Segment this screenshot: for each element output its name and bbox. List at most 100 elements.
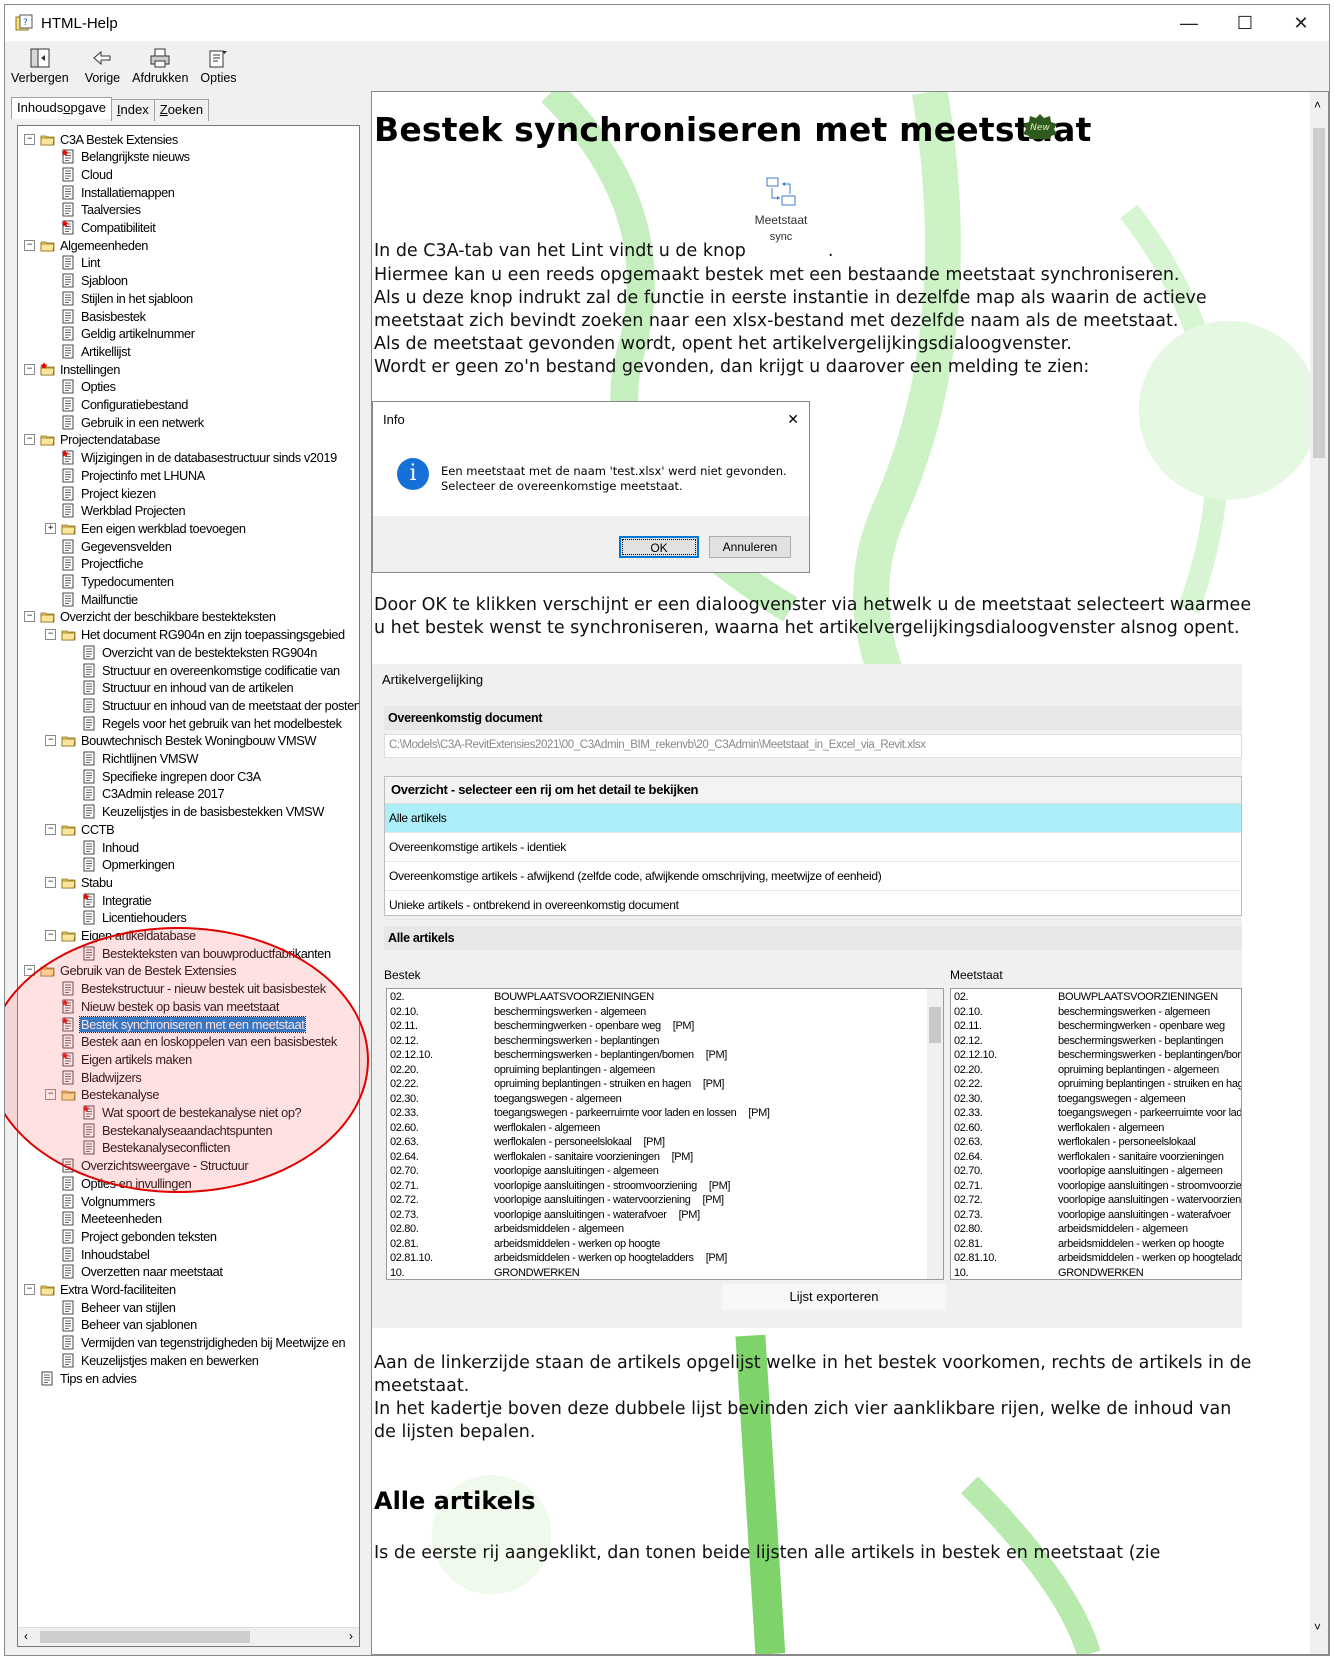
tree-page-item[interactable]: Sjabloon [45, 272, 129, 290]
tree-page-item[interactable]: Gegevensvelden [45, 537, 172, 555]
collapse-icon[interactable]: − [24, 239, 35, 251]
tree-folder-item[interactable]: − Bouwtechnisch Bestek Woningbouw VMSW [45, 732, 317, 750]
tree-page-item[interactable]: Bestekteksten van bouwproductfabrikanten [66, 944, 332, 962]
tree-page-item[interactable]: Wijzigingen in de databasestructuur sind… [45, 449, 338, 467]
tree-page-item[interactable]: Vermijden van tegenstrijdigheden bij Mee… [45, 1334, 346, 1352]
tree-page-item[interactable]: Regels voor het gebruik van het modelbes… [66, 714, 343, 732]
content-vertical-scrollbar[interactable]: ˄ ˅ [1310, 92, 1328, 1654]
collapse-icon[interactable]: − [24, 363, 35, 375]
tree-folder-item[interactable]: − Bestekanalyse [45, 1086, 160, 1104]
tree-page-item[interactable]: Meeteenheden [45, 1210, 163, 1228]
tree-page-item[interactable]: Wat spoort de bestekanalyse niet op? [66, 1104, 302, 1122]
tree-page-item[interactable]: Structuur en inhoud van de artikelen [66, 679, 294, 697]
tree-page-item[interactable]: Cloud [45, 165, 113, 183]
tree-folder-item[interactable]: − Overzicht der beschikbare bestekteksten [24, 608, 277, 626]
collapse-icon[interactable]: − [24, 965, 35, 977]
tree-page-item[interactable]: Gebruik in een netwerk [45, 413, 205, 431]
tree-page-item[interactable]: Project gebonden teksten [45, 1227, 218, 1245]
collapse-icon[interactable]: − [45, 629, 56, 641]
tree-page-item[interactable]: Eigen artikels maken [45, 1050, 193, 1068]
tree-folder-item[interactable]: − Stabu [45, 873, 113, 891]
tree-page-item[interactable]: Bestekanalyseaandachtspunten [66, 1121, 273, 1139]
tree-folder-item[interactable]: − Projectendatabase [24, 431, 161, 449]
options-button[interactable]: Opties [196, 41, 240, 89]
collapse-icon[interactable]: − [45, 823, 56, 835]
scroll-down-icon[interactable]: ˅ [1314, 1620, 1321, 1634]
tree-page-item[interactable]: Structuur en overeenkomstige codificatie… [66, 661, 341, 679]
tree-page-item[interactable]: Beheer van sjablonen [45, 1316, 198, 1334]
tree-folder-item[interactable]: − Het document RG904n en zijn toepassings… [45, 626, 346, 644]
tree-folder-item[interactable]: − Extra Word-faciliteiten [24, 1281, 177, 1299]
tree-page-item[interactable]: Nieuw bestek op basis van meetstaat [45, 997, 280, 1015]
tree-page-item[interactable]: Lint [45, 254, 101, 272]
content-scroll-thumb[interactable] [1313, 128, 1325, 458]
minimize-button[interactable]: — [1161, 5, 1217, 41]
tree-page-item[interactable]: Beheer van stijlen [45, 1298, 177, 1316]
tree-page-item[interactable]: Stijlen in het sjabloon [45, 289, 194, 307]
tree-scroll-thumb[interactable] [40, 1631, 250, 1643]
tree-page-item[interactable]: Compatibiliteit [45, 219, 156, 237]
collapse-icon[interactable]: − [24, 434, 35, 446]
tree-page-item[interactable]: Artikellijst [45, 342, 131, 360]
tab-search[interactable]: Zoeken [153, 99, 210, 121]
tree-page-item[interactable]: Specifieke ingrepen door C3A [66, 767, 262, 785]
collapse-icon[interactable]: − [45, 876, 56, 888]
scroll-up-icon[interactable]: ˄ [1314, 98, 1321, 112]
tree-page-item[interactable]: Bestek aan en loskoppelen van een basisb… [45, 1033, 338, 1051]
tree-folder-item[interactable]: + Een eigen werkblad toevoegen [45, 519, 247, 537]
tree-folder-item[interactable]: − C3A Bestek Extensies [24, 130, 179, 148]
collapse-icon[interactable]: − [45, 735, 56, 747]
close-button[interactable]: ✕ [1273, 5, 1329, 41]
collapse-icon[interactable]: − [24, 611, 35, 623]
tab-index[interactable]: Index [110, 99, 155, 121]
collapse-icon[interactable]: − [45, 930, 56, 941]
tree-page-item[interactable]: Geldig artikelnummer [45, 325, 196, 343]
tree-page-item[interactable]: Volgnummers [45, 1192, 156, 1210]
tree-page-item[interactable]: Mailfunctie [45, 590, 139, 608]
tree-page-item[interactable]: Opties [45, 378, 117, 396]
tab-contents[interactable]: Inhoudsopgave [11, 97, 112, 119]
scroll-right-icon[interactable]: › [349, 1629, 353, 1643]
tree-page-item[interactable]: Configuratiebestand [45, 396, 189, 414]
back-button[interactable]: Vorige [81, 41, 124, 89]
tree-page-item[interactable]: Keuzelijstjes in de basisbestekken VMSW [66, 803, 325, 821]
scroll-left-icon[interactable]: ‹ [24, 1629, 28, 1643]
tree-page-item[interactable]: Bladwijzers [45, 1068, 142, 1086]
tree-page-item[interactable]: Bestekstructuur - nieuw bestek uit basis… [45, 980, 327, 998]
tree-horizontal-scrollbar[interactable]: ‹ › [18, 1627, 359, 1646]
tree-page-item[interactable]: Inhoudstabel [45, 1245, 151, 1263]
maximize-button[interactable]: ☐ [1217, 5, 1273, 41]
tree-folder-item[interactable]: − Instellingen [24, 360, 121, 378]
tree-page-item[interactable]: Overzetten naar meetstaat [45, 1263, 224, 1281]
contents-tree[interactable]: − C3A Bestek Extensies Belangrijkste nieuw… [18, 126, 359, 1628]
tree-page-item[interactable]: Structuur en inhoud van de meetstaat der… [66, 696, 359, 714]
tree-folder-item[interactable]: − Algemeenheden [24, 236, 149, 254]
tree-page-item[interactable]: Tips en advies [24, 1369, 137, 1387]
hide-button[interactable]: Verbergen [7, 41, 73, 89]
collapse-icon[interactable]: − [24, 133, 35, 145]
tree-page-item[interactable]: Bestekanalyseconflicten [66, 1139, 231, 1157]
tree-page-item[interactable]: Licentiehouders [66, 909, 187, 927]
tree-page-item[interactable]: Taalversies [45, 201, 142, 219]
tree-page-item[interactable]: Integratie [66, 891, 152, 909]
tree-page-item[interactable]: Basisbestek [45, 307, 147, 325]
tree-page-item[interactable]: Overzichtsweergave - Structuur [45, 1157, 249, 1175]
tree-page-item[interactable]: Opmerkingen [66, 856, 175, 874]
tree-page-item[interactable]: Projectinfo met LHUNA [45, 466, 206, 484]
tree-page-item[interactable]: Richtlijnen VMSW [66, 750, 199, 768]
tree-folder-item[interactable]: − CCTB [45, 820, 115, 838]
tree-page-item[interactable]: Werkblad Projecten [45, 502, 186, 520]
collapse-icon[interactable]: − [45, 1089, 56, 1101]
tree-page-item[interactable]: C3Admin release 2017 [66, 785, 225, 803]
tree-page-item[interactable]: Keuzelijstjes maken en bewerken [45, 1351, 260, 1369]
print-button[interactable]: Afdrukken [128, 41, 192, 89]
collapse-icon[interactable]: − [24, 1284, 35, 1295]
tree-page-item[interactable]: Inhoud [66, 838, 140, 856]
tree-folder-item[interactable]: − Eigen artikeldatabase [45, 927, 197, 945]
tree-page-item[interactable]: Projectfiche [45, 555, 144, 573]
tree-page-item[interactable]: Typedocumenten [45, 573, 175, 591]
expand-icon[interactable]: + [45, 522, 56, 534]
tree-page-item[interactable]: Installatiemappen [45, 183, 176, 201]
tree-page-item[interactable]: Belangrijkste nieuws [45, 148, 191, 166]
tree-page-item[interactable]: Bestek synchroniseren met een meetstaat [45, 1015, 307, 1033]
